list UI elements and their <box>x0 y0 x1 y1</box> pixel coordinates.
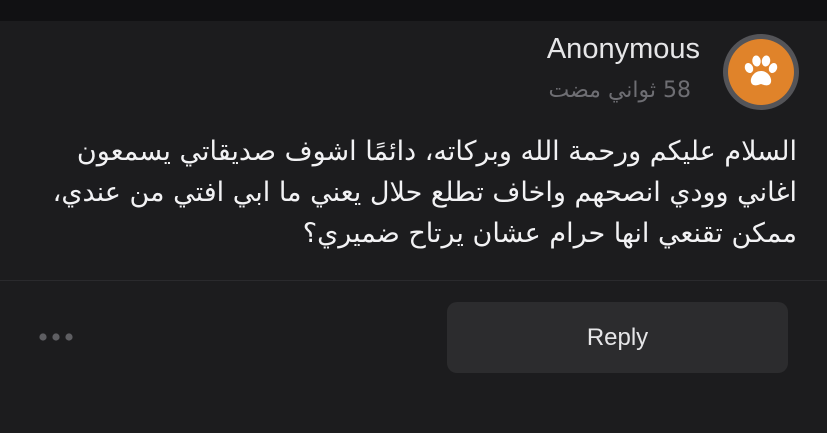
top-bar <box>0 0 827 21</box>
avatar-background <box>728 39 794 105</box>
divider <box>0 280 827 281</box>
post-timestamp: 58 ثواني مضت <box>548 78 691 103</box>
paw-icon <box>744 55 778 86</box>
reply-button[interactable]: Reply <box>447 302 788 373</box>
more-dots-icon[interactable] <box>36 332 76 342</box>
question-text: السلام عليكم ورحمة الله وبركاته، دائمًا … <box>52 136 797 249</box>
reply-button-label: Reply <box>586 323 649 351</box>
avatar[interactable] <box>723 34 799 110</box>
author-name: Anonymous <box>546 33 700 65</box>
